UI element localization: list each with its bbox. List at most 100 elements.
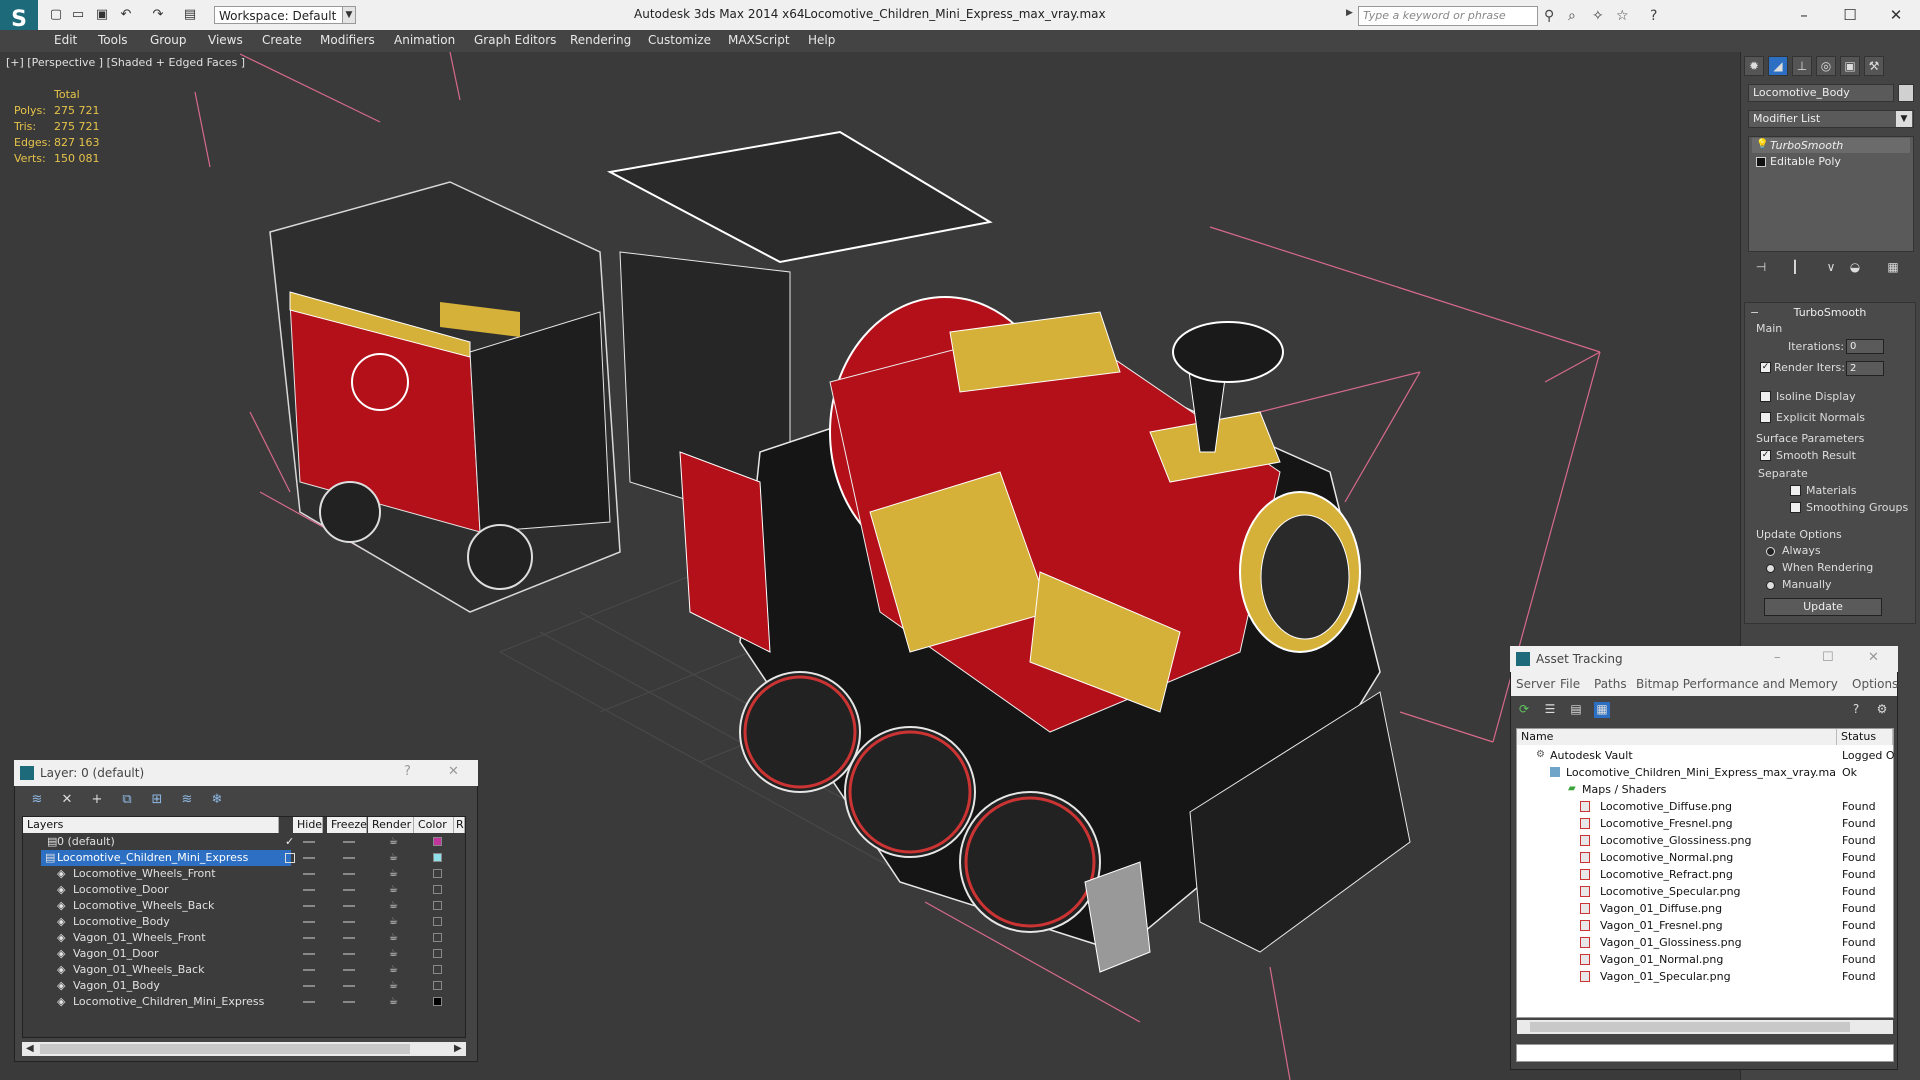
- hide-toggle[interactable]: [303, 953, 315, 955]
- help-icon[interactable]: ?: [1848, 702, 1864, 718]
- hide-all-icon[interactable]: ≋: [178, 792, 196, 810]
- always-radio[interactable]: [1766, 547, 1775, 556]
- list-view-icon[interactable]: ☰: [1542, 702, 1558, 718]
- workspace-select[interactable]: Workspace: Default: [214, 6, 344, 24]
- freeze-all-icon[interactable]: ❄: [208, 792, 226, 810]
- menu-create[interactable]: Create: [262, 33, 302, 47]
- table-row[interactable]: Locomotive_Fresnel.png: [1520, 815, 1836, 832]
- redo-icon[interactable]: ↷: [150, 7, 166, 23]
- communication-center-icon[interactable]: ✧: [1592, 8, 1604, 24]
- menu-tools[interactable]: Tools: [98, 33, 128, 47]
- menu-views[interactable]: Views: [208, 33, 243, 47]
- render-teapot-icon[interactable]: ☕: [389, 962, 398, 978]
- menu-help[interactable]: Help: [808, 33, 835, 47]
- menu-customize[interactable]: Customize: [648, 33, 711, 47]
- render-teapot-icon[interactable]: ☕: [389, 866, 398, 882]
- iterations-spinner[interactable]: 0: [1846, 339, 1884, 354]
- highlight-objects-icon[interactable]: ⊞: [148, 792, 166, 810]
- lightbulb-icon[interactable]: 💡: [1756, 139, 1768, 151]
- stack-toggle-icon[interactable]: [1756, 157, 1766, 167]
- render-iters-spinner[interactable]: 2: [1846, 361, 1884, 376]
- column-header-name[interactable]: Name: [1517, 729, 1837, 745]
- freeze-toggle[interactable]: [343, 889, 355, 891]
- freeze-toggle[interactable]: [343, 937, 355, 939]
- asset-menu-server[interactable]: Server: [1516, 677, 1555, 691]
- freeze-toggle[interactable]: [343, 905, 355, 907]
- render-teapot-icon[interactable]: ☕: [389, 914, 398, 930]
- undo-icon[interactable]: ↶: [118, 7, 134, 23]
- utilities-tab-icon[interactable]: ⚒: [1864, 56, 1884, 76]
- update-button[interactable]: Update: [1764, 598, 1882, 616]
- asset-menu-bitmap-performance[interactable]: Bitmap Performance and Memory: [1636, 677, 1838, 691]
- hide-toggle[interactable]: [303, 921, 315, 923]
- materials-checkbox[interactable]: [1790, 485, 1801, 496]
- minimize-button[interactable]: –: [1774, 650, 1781, 665]
- hide-toggle[interactable]: [303, 857, 315, 859]
- object-color-swatch[interactable]: [433, 901, 442, 910]
- chevron-down-icon[interactable]: ▼: [342, 6, 356, 24]
- scroll-right-icon[interactable]: ▶: [454, 1043, 462, 1054]
- render-teapot-icon[interactable]: ☕: [389, 898, 398, 914]
- hide-toggle[interactable]: [303, 905, 315, 907]
- render-iters-checkbox[interactable]: ✓: [1760, 362, 1771, 373]
- minimize-button[interactable]: –: [1784, 4, 1824, 26]
- scroll-left-icon[interactable]: ◀: [26, 1043, 34, 1054]
- column-header-hide[interactable]: Hide: [293, 817, 323, 833]
- object-color-swatch[interactable]: [433, 933, 442, 942]
- viewport-label[interactable]: [+] [Perspective ] [Shaded + Edged Faces…: [6, 56, 245, 69]
- freeze-toggle[interactable]: [343, 857, 355, 859]
- hide-toggle[interactable]: [303, 889, 315, 891]
- table-row[interactable]: Vagon_01_Normal.png: [1520, 951, 1836, 968]
- menu-animation[interactable]: Animation: [394, 33, 455, 47]
- display-tab-icon[interactable]: ▣: [1840, 56, 1860, 76]
- column-header-r[interactable]: R: [454, 817, 465, 833]
- search-icon[interactable]: ⌕: [1568, 8, 1576, 24]
- object-color-swatch[interactable]: [433, 997, 442, 1006]
- list-item[interactable]: ◈ Locomotive_Body ☕: [23, 914, 465, 930]
- new-file-icon[interactable]: ▢: [48, 7, 64, 23]
- menu-edit[interactable]: Edit: [54, 33, 77, 47]
- menu-rendering[interactable]: Rendering: [570, 33, 631, 47]
- list-item[interactable]: ◈ Vagon_01_Body ☕: [23, 978, 465, 994]
- column-header-freeze[interactable]: Freeze: [327, 817, 367, 833]
- asset-menu-file[interactable]: File: [1560, 677, 1580, 691]
- stack-item-turbosmooth[interactable]: TurboSmooth: [1752, 138, 1910, 153]
- scrollbar-thumb[interactable]: [1530, 1022, 1850, 1032]
- column-header-color[interactable]: Color: [414, 817, 454, 833]
- show-end-result-icon[interactable]: ┃: [1786, 260, 1804, 278]
- binoculars-icon[interactable]: ⚲: [1544, 8, 1554, 24]
- menu-modifiers[interactable]: Modifiers: [320, 33, 375, 47]
- maximize-button[interactable]: ☐: [1830, 4, 1870, 26]
- column-header-status[interactable]: Status: [1837, 729, 1893, 745]
- search-input[interactable]: Type a keyword or phrase: [1358, 6, 1538, 26]
- object-color-swatch[interactable]: [433, 949, 442, 958]
- configure-sets-icon[interactable]: ▦: [1884, 260, 1902, 278]
- layer-color-swatch[interactable]: [433, 837, 442, 846]
- list-item[interactable]: ◈ Vagon_01_Wheels_Back ☕: [23, 962, 465, 978]
- table-row[interactable]: Locomotive_Children_Mini_Express_max_vra…: [1520, 764, 1836, 781]
- hide-toggle[interactable]: [303, 969, 315, 971]
- render-teapot-icon[interactable]: ☕: [389, 946, 398, 962]
- help-icon[interactable]: ?: [404, 764, 411, 779]
- column-header-render[interactable]: Render: [368, 817, 414, 833]
- smoothing-groups-checkbox[interactable]: [1790, 502, 1801, 513]
- list-item[interactable]: ◈ Locomotive_Children_Mini_Express ☕: [23, 994, 465, 1010]
- table-row[interactable]: Autodesk Vault: [1520, 747, 1836, 764]
- table-row[interactable]: Locomotive_Glossiness.png: [1520, 832, 1836, 849]
- remove-modifier-icon[interactable]: ◒: [1846, 260, 1864, 278]
- freeze-toggle[interactable]: [343, 873, 355, 875]
- refresh-icon[interactable]: ⟳: [1516, 702, 1532, 718]
- render-teapot-icon[interactable]: ☕: [389, 882, 398, 898]
- object-color-swatch[interactable]: [1898, 84, 1914, 102]
- hierarchy-tab-icon[interactable]: ⊥: [1792, 56, 1812, 76]
- stack-item-editable-poly[interactable]: Editable Poly: [1752, 154, 1910, 169]
- asset-menu-options[interactable]: Options: [1852, 677, 1898, 691]
- create-tab-icon[interactable]: ✹: [1744, 56, 1764, 76]
- select-objects-icon[interactable]: ⧉: [118, 792, 136, 810]
- layer-color-swatch[interactable]: [433, 853, 442, 862]
- object-color-swatch[interactable]: [433, 869, 442, 878]
- chevron-down-icon[interactable]: ▼: [1896, 111, 1912, 127]
- hide-toggle[interactable]: [303, 873, 315, 875]
- hide-toggle[interactable]: [303, 841, 315, 843]
- render-teapot-icon[interactable]: ☕: [389, 994, 398, 1010]
